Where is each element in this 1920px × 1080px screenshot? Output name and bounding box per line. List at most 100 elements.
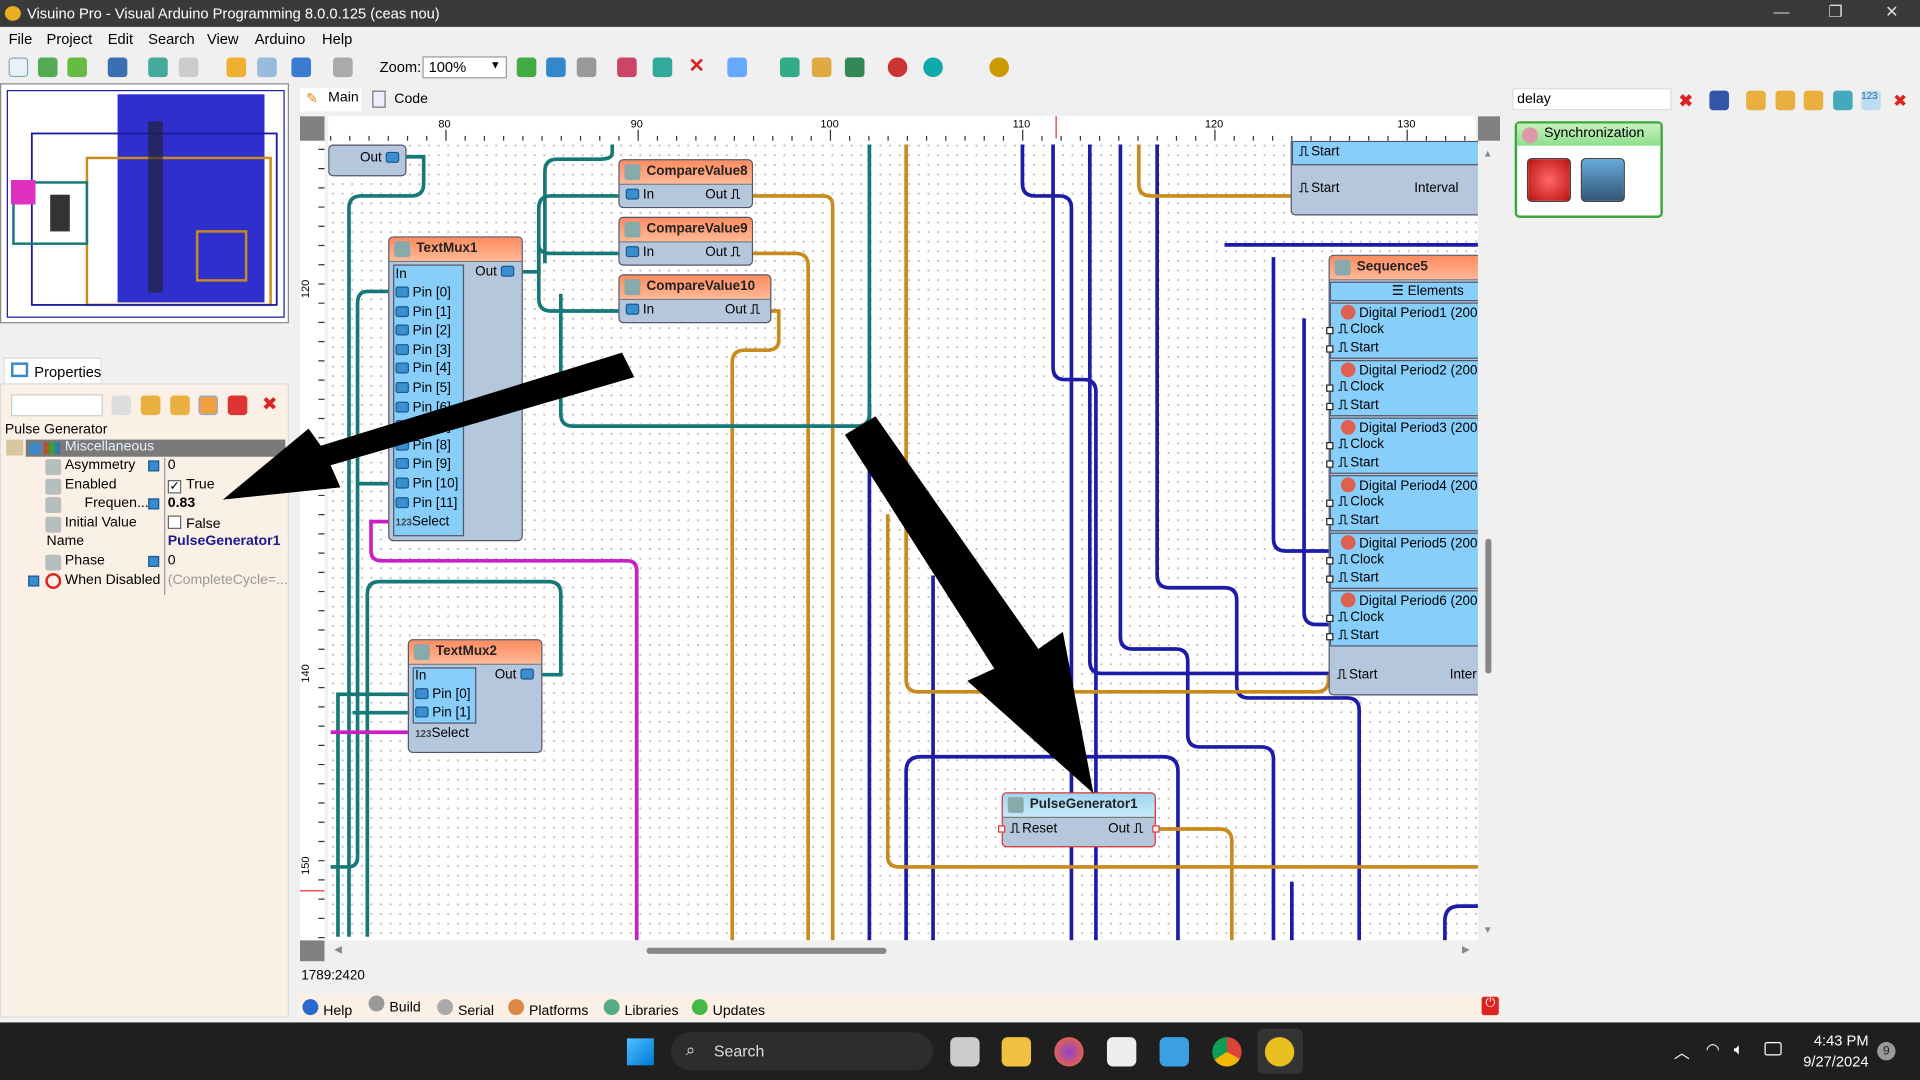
- sequence-element[interactable]: Digital Period4 (200 ⎍ Clock ⎍ Start: [1326, 475, 1478, 532]
- start-pin[interactable]: ⎍ Start: [1337, 667, 1377, 685]
- upload-icon[interactable]: [844, 57, 865, 78]
- start-port[interactable]: [1326, 633, 1334, 641]
- delay-component[interactable]: [1580, 157, 1625, 203]
- board-icon[interactable]: [780, 57, 800, 78]
- start-pin[interactable]: ⎍ Start: [1338, 456, 1378, 474]
- in-pin[interactable]: In: [625, 302, 654, 320]
- wifi-icon[interactable]: ◠: [1706, 1040, 1720, 1060]
- component-partial[interactable]: Out: [328, 144, 407, 177]
- library-icon[interactable]: [811, 57, 832, 78]
- reset-port[interactable]: [997, 825, 1006, 833]
- tab-build[interactable]: Build: [368, 995, 421, 1015]
- theme-moon-icon[interactable]: [989, 57, 1009, 78]
- horizontal-scroll-thumb[interactable]: [646, 947, 887, 954]
- new-icon[interactable]: [8, 57, 29, 78]
- clock-pin[interactable]: ⎍ Clock: [1338, 495, 1384, 513]
- start-button[interactable]: [626, 1038, 654, 1066]
- pin-2[interactable]: Pin [2]: [395, 323, 451, 341]
- print-icon[interactable]: [178, 57, 199, 78]
- align-icon[interactable]: [226, 57, 247, 78]
- open-example-icon[interactable]: [37, 57, 58, 78]
- menu-project[interactable]: Project: [47, 31, 93, 48]
- zoom-out-icon[interactable]: [576, 57, 597, 78]
- out-port[interactable]: [1152, 825, 1160, 833]
- tools-icon[interactable]: ✖: [1893, 91, 1913, 111]
- sequence-element[interactable]: Digital Period1 (200 ⎍ Clock ⎍ Start: [1326, 302, 1478, 359]
- collapse-all-icon[interactable]: [170, 395, 190, 416]
- select-pin[interactable]: 123Select: [415, 726, 469, 744]
- close-button[interactable]: ✕: [1873, 2, 1910, 24]
- sequence-element[interactable]: Digital Period5 (200 ⎍ Clock ⎍ Start: [1326, 532, 1478, 589]
- clock-pin[interactable]: ⎍ Clock: [1338, 610, 1384, 628]
- clock-date[interactable]: 9/27/2024: [1795, 1053, 1868, 1070]
- pin-5[interactable]: Pin [5]: [395, 381, 451, 399]
- pin-1[interactable]: Pin [1]: [395, 304, 451, 322]
- components-icon[interactable]: [617, 57, 637, 78]
- zoom-fit-icon[interactable]: [546, 57, 566, 78]
- component-timer-partial[interactable]: ⎍ Start ⎍ Start Interval: [1290, 140, 1478, 216]
- enabled-checkbox[interactable]: ✓: [167, 480, 182, 494]
- volume-icon[interactable]: 🔈︎: [1734, 1040, 1744, 1060]
- tools-icon[interactable]: ✖: [262, 395, 282, 416]
- start-pin[interactable]: ⎍ Start: [1299, 144, 1339, 162]
- grid-icon[interactable]: [257, 57, 277, 78]
- clock-port[interactable]: [1326, 499, 1334, 507]
- sequence-element[interactable]: Digital Period6 (200 ⎍ Clock ⎍ Start: [1326, 590, 1478, 647]
- out-pin[interactable]: Out ⎍: [725, 302, 762, 320]
- select-pin[interactable]: 123Select: [396, 514, 450, 532]
- expand-icon[interactable]: [148, 555, 160, 567]
- open-icon[interactable]: [67, 57, 87, 78]
- show-hidden-icons[interactable]: ︿: [1674, 1040, 1690, 1063]
- clock-pin[interactable]: ⎍ Clock: [1338, 437, 1384, 455]
- pin-icon[interactable]: [227, 395, 248, 416]
- design-canvas[interactable]: Out TextMux1 In Out Pin [0] Pin [1] Pin [2…: [328, 140, 1478, 941]
- property-asymmetry[interactable]: Asymmetry 0: [1, 458, 285, 476]
- pin-9[interactable]: Pin [9]: [395, 457, 451, 475]
- delete-icon[interactable]: ✕: [687, 57, 707, 78]
- properties-search-input[interactable]: [11, 394, 103, 417]
- tab-help[interactable]: Help: [302, 999, 352, 1019]
- vertical-scrollbar[interactable]: ▲ ▼: [1477, 140, 1501, 941]
- minimap[interactable]: [0, 83, 289, 324]
- component-pulsegenerator1[interactable]: PulseGenerator1 ⎍ Reset Out ⎍: [997, 792, 1160, 848]
- menu-search[interactable]: Search: [148, 31, 195, 48]
- taskbar-search[interactable]: ⌕ Search: [671, 1032, 934, 1071]
- visuino-icon[interactable]: [1264, 1037, 1295, 1067]
- pin-6[interactable]: Pin [6]: [395, 400, 451, 418]
- property-enabled[interactable]: Enabled ✓ True: [1, 478, 285, 496]
- save-icon[interactable]: [107, 57, 128, 78]
- categorize-icon[interactable]: [198, 395, 218, 416]
- tab-main[interactable]: ✎ Main: [300, 88, 362, 112]
- component-sequence5[interactable]: Sequence5 ☰ Elements Digital Period1 (20…: [1326, 254, 1478, 696]
- pin-11[interactable]: Pin [11]: [395, 495, 457, 513]
- tab-platforms[interactable]: Platforms: [508, 999, 588, 1019]
- component-comparevalue[interactable]: CompareValue9 In Out ⎍: [618, 216, 754, 266]
- connect-icon[interactable]: [652, 57, 673, 78]
- scroll-down-icon[interactable]: ▼: [1483, 924, 1493, 935]
- property-frequency[interactable]: Frequen... 0.83: [1, 496, 285, 514]
- export-icon[interactable]: [148, 57, 168, 78]
- pin-1[interactable]: Pin [1]: [415, 705, 470, 723]
- start-pin[interactable]: ⎍ Start: [1299, 181, 1339, 199]
- clock-port[interactable]: [1326, 557, 1334, 565]
- tab-updates[interactable]: Updates: [691, 999, 765, 1019]
- battery-icon[interactable]: [1764, 1042, 1782, 1056]
- component-search-input[interactable]: [1512, 88, 1672, 111]
- menu-arduino[interactable]: Arduino: [255, 31, 306, 48]
- power-icon[interactable]: ⏻: [1481, 996, 1499, 1016]
- collapse-icon[interactable]: [29, 443, 41, 455]
- undo-icon[interactable]: [291, 57, 312, 78]
- component-textmux2[interactable]: TextMux2 In Out Pin [0] Pin [1] 123Selec…: [407, 639, 543, 754]
- out-pin[interactable]: Out ⎍: [1108, 822, 1145, 840]
- component-comparevalue[interactable]: CompareValue8 In Out ⎍: [618, 159, 754, 209]
- start-pin[interactable]: ⎍ Start: [1338, 571, 1378, 589]
- out-pin[interactable]: Out ⎍: [705, 245, 742, 263]
- property-value[interactable]: (CompleteCycle=...: [168, 573, 288, 588]
- folder-icon[interactable]: [1746, 90, 1766, 111]
- tab-properties[interactable]: Properties: [3, 357, 102, 384]
- scroll-right-icon[interactable]: ▶: [1462, 944, 1470, 955]
- out-pin[interactable]: Out: [360, 151, 403, 169]
- arduino-icon[interactable]: [887, 57, 908, 78]
- pin-3[interactable]: Pin [3]: [395, 343, 451, 361]
- menu-help[interactable]: Help: [322, 31, 352, 48]
